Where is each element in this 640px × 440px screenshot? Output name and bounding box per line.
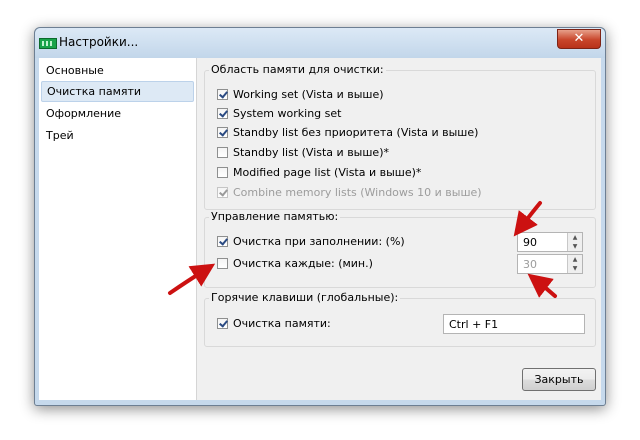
annotation-arrows (168, 201, 557, 298)
arrow-to-fill-percent (513, 201, 542, 237)
arrow-to-interval-checkbox (168, 263, 216, 295)
arrow-to-interval-value (527, 273, 557, 298)
